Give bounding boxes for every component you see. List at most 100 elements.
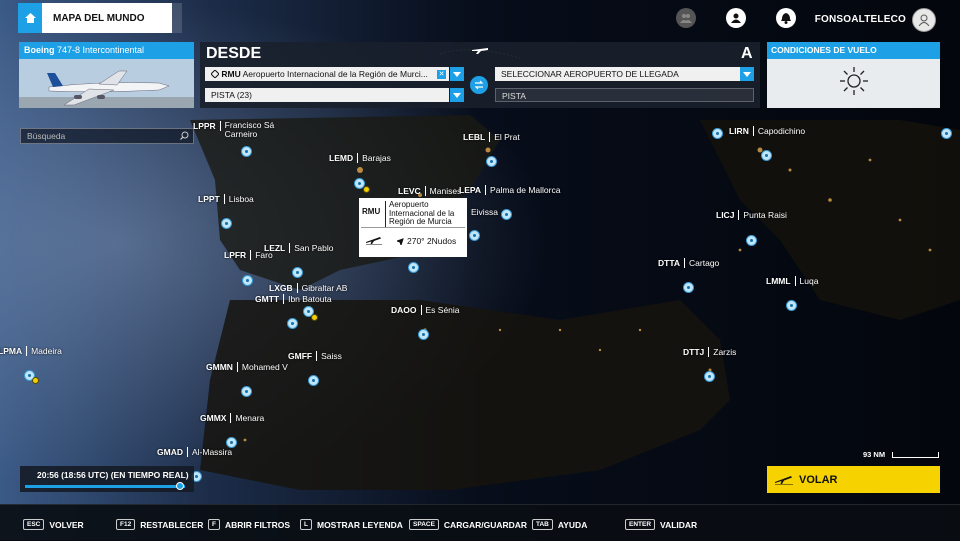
airport-label[interactable]: LMML Luqa: [766, 276, 818, 286]
airport-label[interactable]: GMMX Menara: [200, 413, 264, 423]
clear-departure-button[interactable]: ✕: [437, 69, 446, 79]
hint-key: L: [300, 519, 312, 530]
hint-legend[interactable]: L MOSTRAR LEYENDA: [300, 519, 403, 530]
airport-label[interactable]: GMTT Ibn Batouta: [255, 294, 332, 304]
departure-airport-name: Aeropuerto Internacional de la Región de…: [242, 69, 428, 79]
airport-label[interactable]: LEPA Palma de Mallorca: [459, 185, 560, 195]
airport-label[interactable]: DTTA Cartago: [658, 258, 719, 268]
chevron-down-icon: [453, 92, 461, 98]
swap-route-button[interactable]: [470, 76, 488, 94]
hint-key: TAB: [532, 519, 553, 530]
poi-marker[interactable]: [311, 314, 318, 321]
airport-label[interactable]: LIRN Capodichino: [729, 126, 805, 136]
hint-back[interactable]: ESC VOLVER: [23, 519, 84, 530]
airport-label[interactable]: GMAD Al-Massira: [157, 447, 232, 457]
airport-label[interactable]: Eivissa: [471, 207, 498, 217]
airport-marker[interactable]: [241, 146, 252, 157]
airport-name: Barajas: [362, 153, 391, 163]
airport-label[interactable]: LPFR Faro: [224, 250, 273, 260]
arrival-airport-field[interactable]: SELECCIONAR AEROPUERTO DE LLEGADA: [495, 67, 740, 81]
airport-name: El Prat: [494, 132, 520, 142]
airport-label[interactable]: LEVC Manises: [398, 186, 461, 196]
airport-label[interactable]: LEMD Barajas: [329, 153, 391, 163]
airport-marker[interactable]: [941, 128, 952, 139]
airport-name: Eivissa: [471, 207, 498, 217]
hint-reset[interactable]: F12 RESTABLECER: [116, 519, 203, 530]
aircraft-manufacturer: Boeing: [24, 45, 55, 55]
airport-marker[interactable]: [287, 318, 298, 329]
airport-code: DAOO: [391, 305, 422, 315]
home-button[interactable]: [18, 3, 42, 33]
airport-marker[interactable]: [221, 218, 232, 229]
airport-code: LPPR: [193, 121, 221, 131]
airport-marker[interactable]: [761, 150, 772, 161]
airport-label[interactable]: LEZL San Pablo: [264, 243, 333, 253]
departure-dropdown-button[interactable]: [450, 67, 464, 81]
airport-marker[interactable]: [786, 300, 797, 311]
aircraft-card[interactable]: Boeing 747-8 Intercontinental: [19, 42, 194, 108]
arrival-dropdown-button[interactable]: [740, 67, 754, 81]
airport-code: LPPT: [198, 194, 225, 204]
airport-label[interactable]: LXGB Gibraltar AB: [269, 283, 347, 293]
plane-icon: [472, 48, 488, 54]
departure-runway-field[interactable]: PISTA (23): [205, 88, 449, 102]
airport-label[interactable]: LEBL El Prat: [463, 132, 520, 142]
airport-marker[interactable]: [418, 329, 429, 340]
airport-marker[interactable]: [486, 156, 497, 167]
search-input[interactable]: Búsqueda: [20, 128, 194, 144]
sun-icon: [840, 67, 868, 95]
airport-marker[interactable]: [242, 275, 253, 286]
airport-label[interactable]: GMFF Saiss: [288, 351, 342, 361]
avatar[interactable]: [912, 8, 936, 32]
airport-marker[interactable]: [241, 386, 252, 397]
airport-marker[interactable]: [683, 282, 694, 293]
airport-marker[interactable]: [308, 375, 319, 386]
airport-name: Ibn Batouta: [288, 294, 332, 304]
hint-label: AYUDA: [557, 519, 588, 530]
fly-button[interactable]: VOLAR: [767, 466, 940, 493]
group-icon: [680, 14, 692, 23]
airport-label[interactable]: LPMA Madeira: [0, 346, 62, 356]
profile-button[interactable]: [726, 8, 746, 28]
hint-validate[interactable]: ENTER VALIDAR: [625, 519, 697, 530]
airport-marker[interactable]: [746, 235, 757, 246]
time-slider-track[interactable]: [25, 485, 185, 488]
time-control[interactable]: 20:56 (18:56 UTC) (EN TIEMPO REAL): [20, 466, 194, 492]
airport-label[interactable]: DTTJ Zarzis: [683, 347, 736, 357]
departure-airport-field[interactable]: RMU Aeropuerto Internacional de la Regió…: [205, 67, 449, 81]
friends-button[interactable]: [676, 8, 696, 28]
airport-name: Francisco Sá Carneiro: [224, 120, 275, 139]
page-title-tab: MAPA DEL MUNDO: [42, 3, 172, 33]
airport-name: Manises: [429, 186, 462, 196]
airport-tooltip[interactable]: RMU Aeropuerto Internacional de la Regió…: [359, 198, 467, 257]
airport-name: Faro: [255, 250, 273, 260]
airport-label[interactable]: LPPR Francisco Sá Carneiro: [193, 121, 283, 139]
hint-filters[interactable]: F ABRIR FILTROS: [208, 519, 290, 530]
notifications-button[interactable]: [776, 8, 796, 28]
hint-load-save[interactable]: SPACE CARGAR/GUARDAR: [409, 519, 527, 530]
airport-marker[interactable]: [704, 371, 715, 382]
airport-name: Mohamed V: [241, 362, 288, 372]
hint-help[interactable]: TAB AYUDA: [532, 519, 587, 530]
airport-marker[interactable]: [292, 267, 303, 278]
airport-marker[interactable]: [712, 128, 723, 139]
airport-code: GMTT: [255, 294, 285, 304]
airport-label[interactable]: LICJ Punta Raisi: [716, 210, 787, 220]
airport-marker-selected[interactable]: [408, 262, 419, 273]
arrival-runway-field[interactable]: PISTA: [495, 88, 754, 102]
bottom-hint-bar: ESC VOLVER F12 RESTABLECER F ABRIR FILTROS …: [0, 504, 960, 541]
hint-key: ESC: [23, 519, 45, 530]
poi-marker[interactable]: [363, 186, 370, 193]
flight-conditions-card[interactable]: CONDICIONES DE VUELO: [767, 42, 940, 108]
time-slider-handle[interactable]: [176, 482, 185, 490]
airport-label[interactable]: DAOO Es Sénia: [391, 305, 460, 315]
airport-label[interactable]: LPPT Lisboa: [198, 194, 254, 204]
runway-dropdown-button[interactable]: [450, 88, 464, 102]
airport-marker[interactable]: [469, 230, 480, 241]
hint-key: F: [208, 519, 220, 530]
airport-name: Luqa: [799, 276, 819, 286]
airport-label[interactable]: GMMN Mohamed V: [206, 362, 288, 372]
airport-marker[interactable]: [501, 209, 512, 220]
poi-marker[interactable]: [32, 377, 39, 384]
page-title: MAPA DEL MUNDO: [53, 12, 145, 24]
